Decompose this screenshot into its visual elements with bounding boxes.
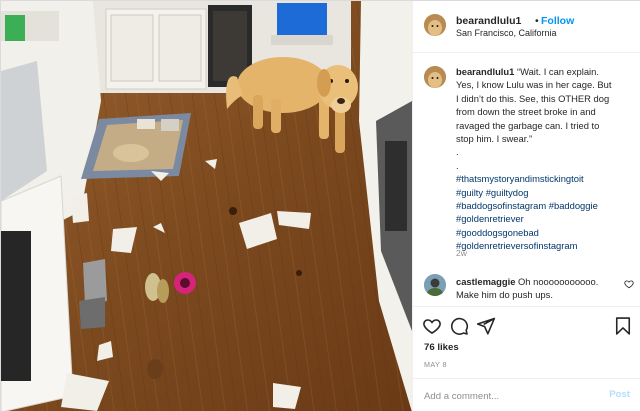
caption-line-1: bearandlulu1 “Wait. I can explain. — [456, 65, 636, 78]
hashtag-link[interactable]: #baddogsofinstagram #baddoggie — [456, 199, 636, 212]
post-header: bearandlulu1 • Follow San Francisco, Cal… — [413, 1, 640, 53]
dog-avatar-icon — [424, 14, 446, 36]
comment-like-heart-icon[interactable] — [624, 279, 634, 289]
separator-dot: • — [535, 15, 539, 27]
caption-line: stop him. I swear.” — [456, 133, 533, 145]
hashtag-link[interactable]: #guilty #guiltydog — [456, 186, 636, 199]
caption-line: . — [456, 159, 459, 171]
hashtag-link[interactable]: #gooddogsgonebad — [456, 226, 636, 239]
caption-username-link[interactable]: bearandlulu1 — [456, 66, 514, 77]
caption-line: Yes, I know Lulu was in her cage. But — [456, 79, 612, 91]
caption-line: ravaged the garbage can. I tried to — [456, 119, 600, 131]
comment-line-2: Make him do push ups. — [456, 289, 553, 301]
caption-timestamp[interactable]: 2w — [456, 248, 467, 258]
hashtag-link[interactable]: #goldenretriever — [456, 212, 636, 225]
caption-line: from down the street broke in and — [456, 106, 596, 118]
comment-icon[interactable] — [449, 316, 469, 336]
post-photo[interactable] — [1, 1, 412, 411]
bookmark-icon[interactable] — [613, 316, 633, 336]
hashtag-link[interactable]: #thatsmystoryandimstickingtoit — [456, 172, 636, 185]
hashtag-link[interactable]: #goldenretrieversofinstagram — [456, 239, 636, 252]
comment-line-1: Oh nooooooooooo. — [518, 276, 599, 287]
caption-text: bearandlulu1 “Wait. I can explain. Yes, … — [456, 65, 636, 253]
user-avatar-icon — [424, 274, 446, 296]
add-comment-bar: Post — [413, 378, 640, 411]
caption-avatar[interactable] — [424, 66, 446, 88]
post-comment-button[interactable]: Post — [609, 389, 630, 400]
dog-avatar-icon — [424, 66, 446, 88]
comment-text: castlemaggie Oh nooooooooooo. Make him d… — [456, 275, 616, 302]
comment-username-link[interactable]: castlemaggie — [456, 276, 515, 287]
header-username-link[interactable]: bearandlulu1 — [456, 15, 521, 27]
dog-kitchen-photo — [1, 1, 412, 411]
post-date: MAY 8 — [424, 360, 447, 369]
likes-count[interactable]: 76 likes — [424, 342, 459, 353]
caption-line: I didn’t do this. See, this OTHER dog — [456, 92, 610, 104]
instagram-post-modal: bearandlulu1 • Follow San Francisco, Cal… — [0, 0, 640, 411]
caption-line-text: “Wait. I can explain. — [516, 66, 599, 77]
add-comment-input[interactable] — [424, 387, 584, 405]
post-actions: 76 likes MAY 8 — [413, 306, 640, 378]
post-sidebar: bearandlulu1 • Follow San Francisco, Cal… — [412, 1, 640, 411]
comment-avatar[interactable] — [424, 274, 446, 296]
share-icon[interactable] — [476, 316, 496, 336]
caption-line: . — [456, 146, 459, 158]
location-link[interactable]: San Francisco, California — [456, 28, 557, 38]
heart-icon[interactable] — [422, 316, 442, 336]
follow-button[interactable]: Follow — [541, 15, 574, 27]
avatar[interactable] — [424, 14, 446, 36]
